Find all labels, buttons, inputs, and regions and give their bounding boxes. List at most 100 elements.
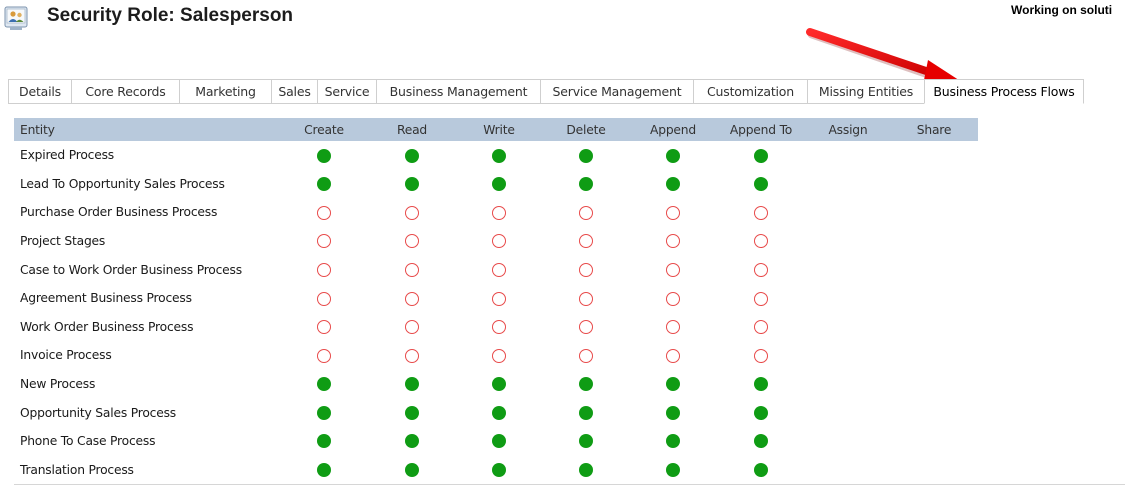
no-access-icon[interactable]	[317, 291, 331, 306]
entity-name: Invoice Process	[20, 348, 112, 363]
privilege-cell-assign	[806, 284, 890, 313]
no-access-icon[interactable]	[405, 262, 419, 277]
no-access-icon[interactable]	[579, 205, 593, 220]
full-access-icon[interactable]	[754, 434, 768, 449]
full-access-icon[interactable]	[405, 148, 419, 163]
full-access-icon[interactable]	[579, 148, 593, 163]
entity-name: Expired Process	[20, 148, 114, 163]
no-access-icon[interactable]	[666, 348, 680, 363]
tab-missing-entities[interactable]: Missing Entities	[807, 79, 924, 104]
full-access-icon[interactable]	[317, 434, 331, 449]
tab-customization[interactable]: Customization	[693, 79, 807, 104]
full-access-icon[interactable]	[317, 405, 331, 420]
full-access-icon[interactable]	[405, 463, 419, 478]
no-access-icon[interactable]	[754, 205, 768, 220]
full-access-icon[interactable]	[317, 148, 331, 163]
privilege-cell-assign	[806, 456, 890, 485]
tab-details[interactable]: Details	[8, 79, 71, 104]
full-access-icon[interactable]	[754, 177, 768, 192]
full-access-icon[interactable]	[666, 148, 680, 163]
solution-status-text: Working on soluti	[1011, 3, 1113, 17]
privilege-cell-delete	[542, 427, 630, 456]
full-access-icon[interactable]	[579, 434, 593, 449]
tab-service-management[interactable]: Service Management	[540, 79, 693, 104]
no-access-icon[interactable]	[579, 348, 593, 363]
privilege-cell-share	[890, 398, 978, 427]
privilege-cell-read	[368, 456, 456, 485]
no-access-icon[interactable]	[754, 262, 768, 277]
column-header-create: Create	[280, 118, 368, 141]
no-access-icon[interactable]	[317, 205, 331, 220]
full-access-icon[interactable]	[492, 405, 506, 420]
tab-business-process-flows[interactable]: Business Process Flows	[924, 79, 1084, 104]
full-access-icon[interactable]	[405, 434, 419, 449]
no-access-icon[interactable]	[666, 205, 680, 220]
no-access-icon[interactable]	[492, 262, 506, 277]
full-access-icon[interactable]	[754, 377, 768, 392]
no-access-icon[interactable]	[492, 234, 506, 249]
no-access-icon[interactable]	[405, 205, 419, 220]
tab-marketing[interactable]: Marketing	[179, 79, 271, 104]
no-access-icon[interactable]	[579, 262, 593, 277]
tab-core-records[interactable]: Core Records	[71, 79, 179, 104]
tab-sales[interactable]: Sales	[271, 79, 317, 104]
full-access-icon[interactable]	[405, 177, 419, 192]
no-access-icon[interactable]	[579, 320, 593, 335]
no-access-icon[interactable]	[405, 348, 419, 363]
full-access-icon[interactable]	[579, 405, 593, 420]
no-access-icon[interactable]	[317, 262, 331, 277]
full-access-icon[interactable]	[492, 148, 506, 163]
no-access-icon[interactable]	[579, 234, 593, 249]
privilege-cell-read	[368, 313, 456, 342]
full-access-icon[interactable]	[579, 377, 593, 392]
table-row: Invoice Process	[14, 341, 978, 370]
full-access-icon[interactable]	[405, 405, 419, 420]
no-access-icon[interactable]	[579, 291, 593, 306]
privilege-cell-create	[280, 255, 368, 284]
tab-service[interactable]: Service	[317, 79, 376, 104]
full-access-icon[interactable]	[492, 434, 506, 449]
full-access-icon[interactable]	[405, 377, 419, 392]
full-access-icon[interactable]	[579, 177, 593, 192]
no-access-icon[interactable]	[666, 320, 680, 335]
no-access-icon[interactable]	[405, 291, 419, 306]
entity-name: Work Order Business Process	[20, 319, 194, 334]
full-access-icon[interactable]	[492, 377, 506, 392]
no-access-icon[interactable]	[666, 234, 680, 249]
full-access-icon[interactable]	[754, 148, 768, 163]
full-access-icon[interactable]	[666, 405, 680, 420]
no-access-icon[interactable]	[492, 320, 506, 335]
no-access-icon[interactable]	[754, 291, 768, 306]
no-access-icon[interactable]	[754, 348, 768, 363]
full-access-icon[interactable]	[579, 463, 593, 478]
full-access-icon[interactable]	[666, 434, 680, 449]
no-access-icon[interactable]	[492, 205, 506, 220]
no-access-icon[interactable]	[754, 234, 768, 249]
full-access-icon[interactable]	[317, 377, 331, 392]
privilege-cell-append-to	[716, 398, 806, 427]
tab-business-management[interactable]: Business Management	[376, 79, 540, 104]
full-access-icon[interactable]	[492, 177, 506, 192]
no-access-icon[interactable]	[666, 262, 680, 277]
no-access-icon[interactable]	[666, 291, 680, 306]
full-access-icon[interactable]	[492, 463, 506, 478]
column-header-assign: Assign	[806, 118, 890, 141]
full-access-icon[interactable]	[666, 177, 680, 192]
full-access-icon[interactable]	[754, 405, 768, 420]
full-access-icon[interactable]	[317, 177, 331, 192]
full-access-icon[interactable]	[754, 463, 768, 478]
privilege-cell-share	[890, 427, 978, 456]
no-access-icon[interactable]	[317, 348, 331, 363]
full-access-icon[interactable]	[666, 463, 680, 478]
full-access-icon[interactable]	[317, 463, 331, 478]
no-access-icon[interactable]	[754, 320, 768, 335]
no-access-icon[interactable]	[492, 348, 506, 363]
no-access-icon[interactable]	[317, 234, 331, 249]
privilege-cell-append	[630, 141, 716, 170]
privilege-cell-append-to	[716, 284, 806, 313]
no-access-icon[interactable]	[405, 234, 419, 249]
no-access-icon[interactable]	[492, 291, 506, 306]
no-access-icon[interactable]	[317, 320, 331, 335]
no-access-icon[interactable]	[405, 320, 419, 335]
full-access-icon[interactable]	[666, 377, 680, 392]
